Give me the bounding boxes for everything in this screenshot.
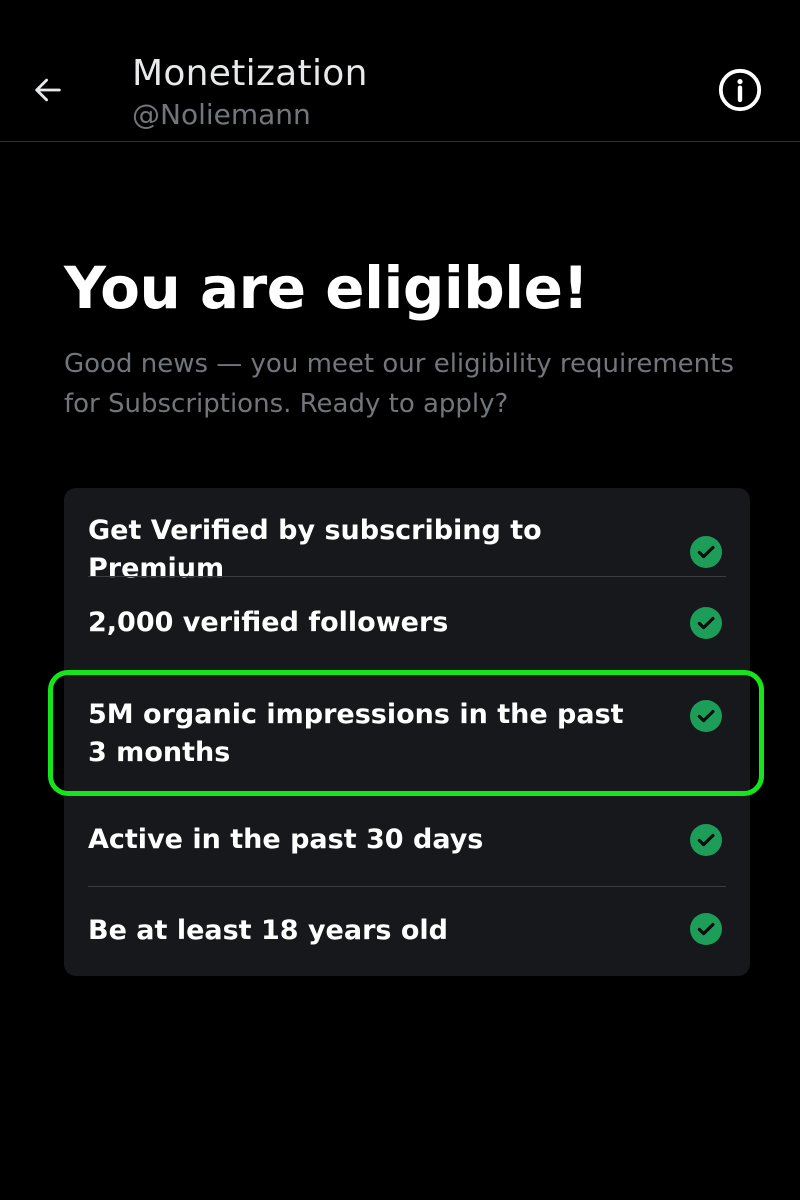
arrow-left-icon: [35, 78, 61, 102]
requirement-item: Active in the past 30 days: [88, 821, 726, 881]
divider: [88, 886, 726, 887]
divider: [88, 576, 726, 577]
eligibility-description: Good news — you meet our eligibility req…: [64, 349, 734, 419]
requirement-item: 2,000 verified followers: [88, 602, 726, 672]
requirement-item: 5M organic impressions in the past 3 mon…: [88, 695, 726, 785]
page-title: Monetization: [132, 53, 368, 94]
requirement-item: Get Verified by subscribing to Premium: [88, 510, 726, 594]
requirement-label: Be at least 18 years old: [88, 915, 449, 946]
check-circle-icon: [690, 913, 722, 945]
requirement-label: Active in the past 30 days: [88, 824, 484, 855]
check-circle-icon: [690, 824, 722, 856]
requirements-card: Get Verified by subscribing to Premium 2…: [64, 488, 750, 976]
check-circle-icon: [690, 607, 722, 639]
account-handle: @Noliemann: [132, 98, 311, 131]
eligibility-heading: You are eligible!: [64, 254, 589, 322]
header-title-block: Monetization @Noliemann: [132, 50, 368, 132]
requirement-label: 2,000 verified followers: [88, 607, 449, 638]
back-button[interactable]: [24, 66, 72, 114]
top-app-bar: Monetization @Noliemann: [0, 0, 800, 142]
check-circle-icon: [690, 536, 722, 568]
info-button[interactable]: [716, 66, 764, 114]
requirement-label: 5M organic impressions in the past 3 mon…: [88, 699, 624, 768]
info-icon: [718, 68, 762, 112]
check-circle-icon: [690, 700, 722, 732]
requirement-item: Be at least 18 years old: [88, 912, 726, 972]
